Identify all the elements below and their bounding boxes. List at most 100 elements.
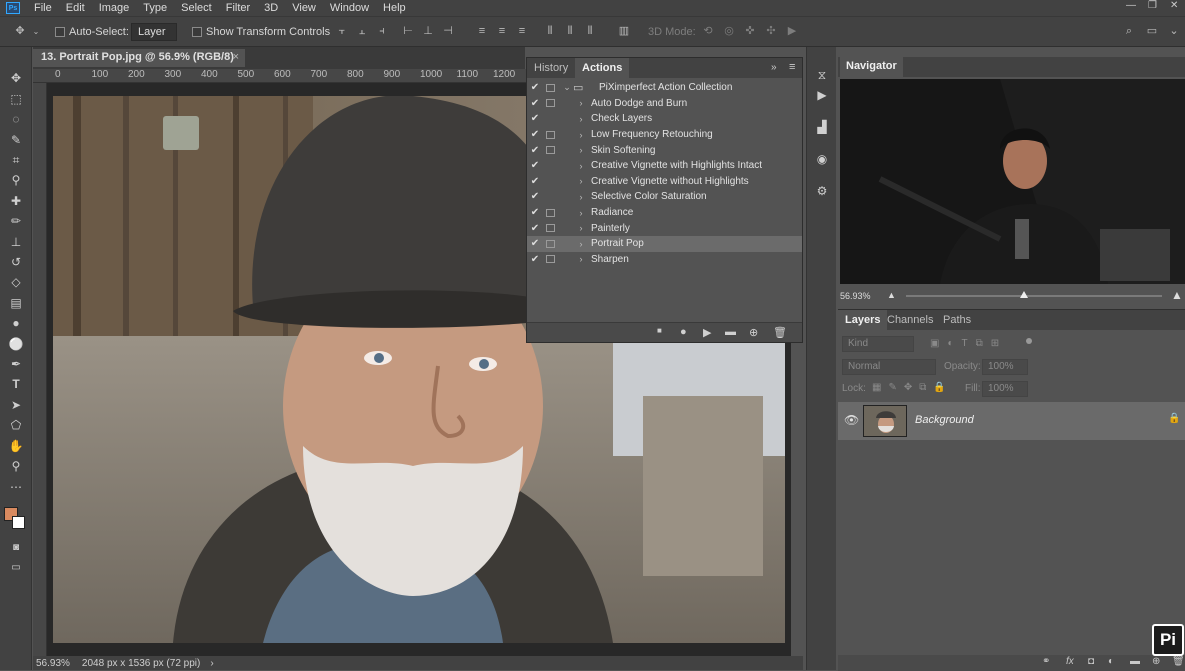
action-toggle-check-icon[interactable]: ✔ [527,113,543,124]
menu-select[interactable]: Filter [226,2,250,14]
type-tool-icon[interactable]: T [6,375,26,393]
blur-tool-icon[interactable]: ● [6,314,26,332]
expand-chevron-right-icon[interactable]: › [575,145,587,155]
new-set-folder-icon[interactable]: ▬ [725,326,736,338]
tab-channels[interactable]: Channels [880,310,940,330]
search-icon[interactable]: ⌕ [1123,25,1135,38]
tab-paths[interactable]: Paths [936,310,978,330]
navigator-title[interactable]: Navigator [840,57,903,77]
pen-tool-icon[interactable]: ✒ [6,355,26,373]
info-panel-icon[interactable]: ◉ [814,151,830,167]
align-bottom-icon[interactable]: ⫞ [376,25,388,38]
action-toggle-check-icon[interactable]: ✔ [527,160,543,171]
align-vcenter-icon[interactable]: ⫠ [356,25,368,38]
layer-row-background[interactable]: 👁 Background 🔒 [838,402,1185,440]
action-toggle-check-icon[interactable]: ✔ [527,176,543,187]
dialog-toggle-icon[interactable] [546,177,555,185]
action-row[interactable]: ✔ › Check Layers [527,111,802,127]
restore-icon[interactable]: ❐ [1148,0,1157,11]
expand-chevron-right-icon[interactable]: › [575,130,587,140]
expand-chevron-right-icon[interactable]: › [575,223,587,233]
action-toggle-check-icon[interactable]: ✔ [527,145,543,156]
path-selection-tool-icon[interactable]: ➤ [6,396,26,414]
move-tool-icon[interactable]: ✥ [6,69,26,87]
distribute-left-icon[interactable]: ⦀ [544,25,556,38]
history-panel-icon[interactable]: ⧖ [814,67,830,83]
fill-field[interactable]: 100% [982,381,1028,397]
expand-chevron-right-icon[interactable]: › [575,239,587,249]
dialog-toggle-icon[interactable] [546,224,555,233]
action-toggle-check-icon[interactable]: ✔ [527,207,543,218]
quick-select-tool-icon[interactable]: ✎ [6,131,26,149]
dialog-toggle-icon[interactable] [546,130,555,139]
action-row[interactable]: ✔ › Painterly [527,220,802,236]
dialog-toggle-icon[interactable] [546,255,555,264]
action-toggle-check-icon[interactable]: ✔ [527,191,543,202]
filter-toggle-icon[interactable] [1026,338,1032,344]
action-toggle-check-icon[interactable]: ✔ [527,223,543,234]
marquee-tool-icon[interactable]: ⬚ [6,90,26,108]
new-layer-icon[interactable]: ⊕ [1152,656,1160,667]
collapse-panel-icon[interactable]: » [771,62,777,73]
histogram-panel-icon[interactable]: ▟ [814,119,830,135]
add-mask-icon[interactable]: ◘ [1088,656,1094,667]
menu-file[interactable]: File [34,2,52,14]
delete-layer-icon[interactable]: 🗑 [1172,656,1185,667]
action-toggle-check-icon[interactable]: ✔ [527,238,543,249]
action-row[interactable]: ✔ › Selective Color Saturation [527,189,802,205]
action-row[interactable]: ✔ ⌄ ▭ PiXimperfect Action Collection [527,80,802,96]
distribute-top-icon[interactable]: ≡ [476,25,488,38]
properties-panel-icon[interactable]: ⚙ [814,183,830,199]
distribute-right-icon[interactable]: ⦀ [584,25,596,38]
action-toggle-check-icon[interactable]: ✔ [527,98,543,109]
healing-brush-tool-icon[interactable]: ✚ [6,192,26,210]
menu-layer[interactable]: Type [143,2,167,14]
expand-chevron-right-icon[interactable]: › [575,161,587,171]
delete-icon[interactable]: 🗑 [773,326,787,339]
close-window-icon[interactable]: ✕ [1170,0,1178,11]
dialog-toggle-icon[interactable] [546,208,555,217]
auto-align-icon[interactable]: ▥ [618,25,630,38]
quick-mask-icon[interactable]: ◙ [6,539,26,557]
zoom-tool-icon[interactable]: ⚲ [6,457,26,475]
navigator-zoom-value[interactable]: 56.93% [840,291,871,301]
dialog-toggle-icon[interactable] [546,83,555,92]
expand-chevron-down-icon[interactable]: ⌄ [561,82,573,93]
new-group-icon[interactable]: ▬ [1130,656,1140,667]
menu-image[interactable]: Image [99,2,130,14]
action-row[interactable]: ✔ › Low Frequency Retouching [527,127,802,143]
background-color-swatch[interactable] [12,516,25,529]
adjustment-layer-icon[interactable]: ◐ [1108,656,1114,667]
dodge-tool-icon[interactable]: ⚪ [6,335,26,353]
align-top-icon[interactable]: ⫟ [336,25,348,38]
dialog-toggle-icon[interactable] [546,162,555,170]
menu-type[interactable]: Select [181,2,212,14]
layer-filter-dropdown[interactable]: Kind [842,336,914,352]
distribute-vcenter-icon[interactable]: ≡ [496,25,508,38]
align-hcenter-icon[interactable]: ⊥ [422,25,434,38]
crop-tool-icon[interactable]: ⌗ [6,151,26,169]
action-toggle-check-icon[interactable]: ✔ [527,254,543,265]
expand-chevron-right-icon[interactable]: › [575,192,587,202]
move-tool-icon[interactable]: ✥ [14,25,26,38]
screen-mode-icon[interactable]: ▭ [6,559,26,577]
zoom-in-icon[interactable]: ▲ [1171,288,1183,302]
share-icon[interactable]: ⌄ [1168,25,1180,38]
eyedropper-tool-icon[interactable]: ⚲ [6,171,26,189]
link-layers-icon[interactable]: ⚭ [1042,656,1050,667]
menu-view[interactable]: Window [330,2,369,14]
zoom-out-icon[interactable]: ▲ [887,290,896,300]
dialog-toggle-icon[interactable] [546,115,555,123]
chevron-down-icon[interactable]: ⌄ [30,25,42,38]
tab-history[interactable]: History [527,58,575,78]
stop-icon[interactable]: ■ [657,326,662,335]
menu-window[interactable]: Help [383,2,406,14]
distribute-bottom-icon[interactable]: ≡ [516,25,528,38]
brush-tool-icon[interactable]: ✏ [6,212,26,230]
action-toggle-check-icon[interactable]: ✔ [527,129,543,140]
action-row[interactable]: ✔ › Creative Vignette with Highlights Inta… [527,158,802,174]
expand-chevron-right-icon[interactable]: › [575,208,587,218]
play-icon[interactable]: ▶ [703,326,711,339]
align-left-icon[interactable]: ⊢ [402,25,414,38]
fx-icon[interactable]: fx [1066,656,1074,667]
